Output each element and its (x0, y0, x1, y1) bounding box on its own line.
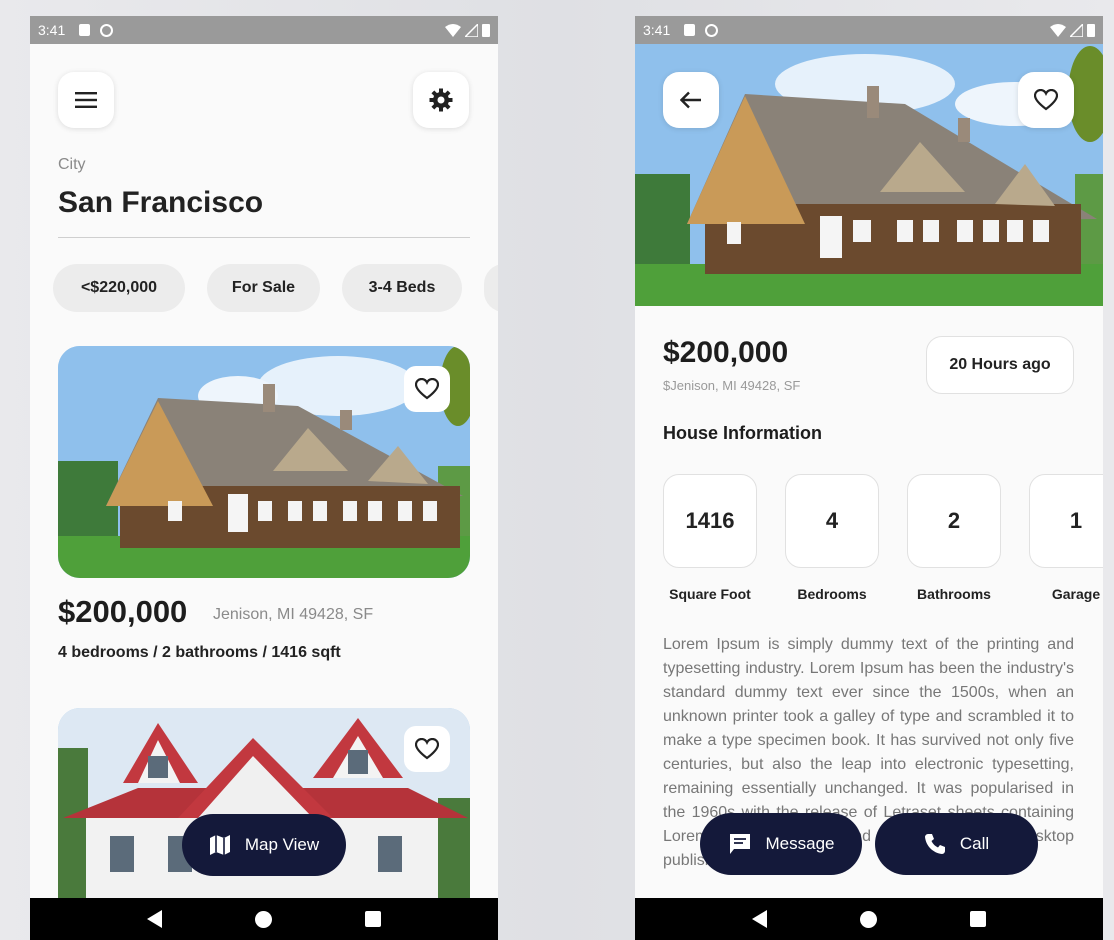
info-card-square-foot: 1416 (663, 474, 757, 568)
listing-specs: 4 bedrooms / 2 bathrooms / 1416 sqft (58, 644, 341, 661)
message-label: Message (765, 834, 835, 853)
filter-chip-beds[interactable]: 3-4 Beds (342, 264, 462, 312)
status-bar: 3:41 (30, 16, 498, 44)
info-label-bedrooms: Bedrooms (797, 586, 867, 602)
favorite-button[interactable] (404, 366, 450, 412)
system-nav-bar (635, 898, 1103, 940)
detail-price: $200,000 (663, 336, 789, 369)
home-nav-icon[interactable] (254, 910, 272, 928)
back-button[interactable] (663, 72, 719, 128)
recents-nav-icon[interactable] (970, 911, 987, 927)
gear-icon (429, 88, 453, 112)
filter-chip-for-sale[interactable]: For Sale (207, 264, 320, 312)
status-bar: 3:41 (635, 16, 1103, 44)
city-name[interactable]: San Francisco (58, 186, 263, 220)
back-nav-icon[interactable] (751, 910, 767, 928)
arrow-left-icon (680, 91, 701, 109)
listing-price: $200,000 (58, 594, 188, 629)
heart-outline-icon (415, 378, 439, 400)
heart-outline-icon (415, 738, 439, 760)
map-view-button[interactable]: Map View (182, 814, 346, 876)
phone-icon (924, 834, 945, 854)
home-nav-icon[interactable] (859, 910, 877, 928)
info-label-square-foot: Square Foot (669, 586, 751, 602)
call-label: Call (959, 834, 990, 853)
filter-chip-price[interactable]: <$220,000 (53, 264, 185, 312)
battery-icon (482, 24, 490, 37)
sync-icon (705, 23, 719, 37)
info-card-bedrooms: 4 (785, 474, 879, 568)
status-time: 3:41 (643, 22, 671, 38)
listing-screen: 3:41 City San Francisco <$220,000 For Sa… (30, 16, 498, 940)
heart-outline-icon (1034, 89, 1058, 111)
hamburger-menu-icon (75, 92, 97, 108)
recents-nav-icon[interactable] (365, 911, 382, 927)
city-label: City (58, 156, 86, 173)
posted-time-badge: 20 Hours ago (926, 336, 1074, 394)
system-nav-bar (30, 898, 498, 940)
house-info-title: House Information (663, 423, 823, 443)
status-time: 3:41 (38, 22, 66, 38)
favorite-button[interactable] (1018, 72, 1074, 128)
info-label-bathrooms: Bathrooms (917, 586, 991, 602)
sync-icon (100, 23, 114, 37)
menu-button[interactable] (58, 72, 114, 128)
signal-icon (1070, 23, 1083, 37)
wifi-icon (1050, 23, 1066, 37)
info-label-garage: Garage (1051, 586, 1101, 602)
detail-screen: 3:41 $200,000 $Jenison, MI 49428, SF 20 … (635, 16, 1103, 940)
call-button[interactable]: Call (875, 813, 1038, 875)
battery-icon (1087, 24, 1095, 37)
map-icon (209, 835, 230, 855)
back-nav-icon[interactable] (146, 910, 162, 928)
detail-address: $Jenison, MI 49428, SF (663, 378, 801, 393)
city-divider (58, 237, 470, 238)
listing-address: Jenison, MI 49428, SF (213, 606, 374, 623)
info-card-bathrooms: 2 (907, 474, 1001, 568)
signal-icon (465, 23, 478, 37)
favorite-button-2[interactable] (404, 726, 450, 772)
sd-card-icon (79, 24, 91, 36)
message-button[interactable]: Message (700, 813, 862, 875)
map-view-label: Map View (244, 835, 320, 854)
chat-bubble-icon (729, 834, 750, 854)
filter-chip-more[interactable] (484, 264, 498, 312)
info-card-garage: 1 (1029, 474, 1103, 568)
sd-card-icon (684, 24, 696, 36)
settings-button[interactable] (413, 72, 469, 128)
wifi-icon (445, 23, 461, 37)
